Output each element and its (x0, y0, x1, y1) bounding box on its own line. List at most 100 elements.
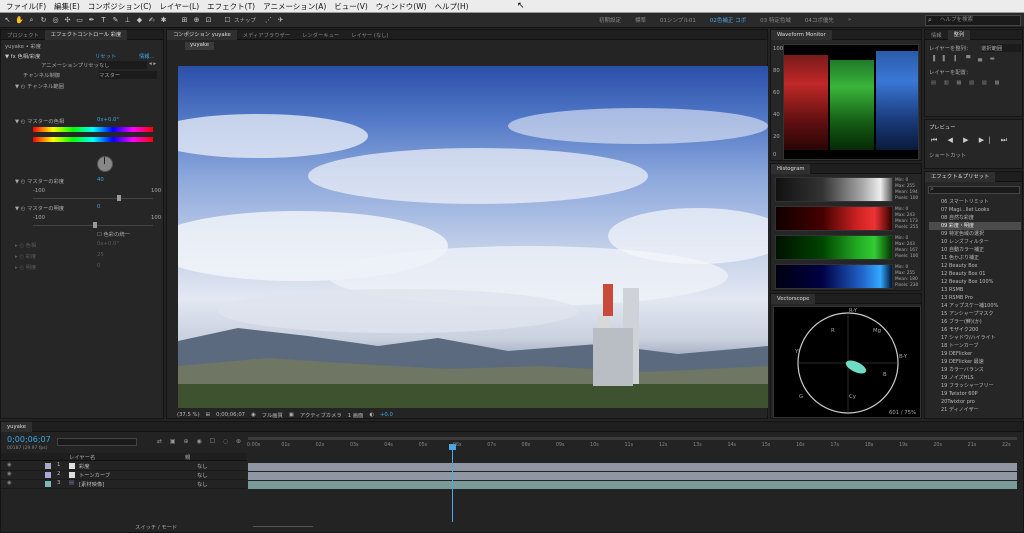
roto-tool-icon[interactable]: ✍ (147, 16, 156, 25)
hue-dial[interactable] (97, 156, 113, 172)
effect-preset-item[interactable]: 19 フラッシャーフリー (929, 382, 1021, 390)
effect-preset-item[interactable]: 19 カラーバランス (929, 366, 1021, 374)
effect-preset-item[interactable]: 19 DEFlicker (929, 350, 1021, 358)
view-axis-icon[interactable]: ⊡ (204, 16, 213, 25)
world-axis-icon[interactable]: ⊕ (192, 16, 201, 25)
comp-name-tab[interactable]: yuyake (185, 42, 215, 50)
eraser-tool-icon[interactable]: ◆ (135, 16, 144, 25)
parent-select[interactable]: なし (197, 471, 208, 479)
label-color[interactable] (45, 463, 51, 469)
timeline-tab[interactable]: yuyake (1, 421, 33, 432)
workspace-tab[interactable]: 初期設定 (599, 16, 621, 24)
effect-preset-item[interactable]: 13 RSMB Pro (929, 294, 1021, 302)
puppet-tool-icon[interactable]: ✱ (159, 16, 168, 25)
region-icon[interactable]: ▣ (289, 412, 294, 418)
workspace-tab[interactable]: 04コポ優先 (805, 16, 834, 24)
timeline-search-input[interactable] (57, 438, 137, 446)
effect-preset-item[interactable]: 21 ディノイザー (929, 406, 1021, 414)
sat-slider-track[interactable] (33, 198, 153, 199)
timeline-icons[interactable]: ⇄ ▣ ⊕ ◉ ☐ ◌ ⊛ (157, 438, 244, 445)
layer-bar[interactable] (248, 472, 1017, 480)
master-light-label[interactable]: ▼ ◴ マスターの明度 (15, 204, 64, 212)
tab-effect-controls[interactable]: エフェクトコントロール 彩度 (44, 29, 128, 40)
parent-select[interactable]: なし (197, 462, 208, 470)
master-hue-value[interactable]: 0x+0.0° (97, 117, 119, 125)
colorize-checkbox[interactable]: ☐ 色彩の統一 (97, 230, 130, 238)
stopwatch-icon[interactable]: ▼ ◴ (15, 206, 27, 212)
visibility-icon[interactable]: ◉ (7, 471, 12, 477)
switch-mode-toggle[interactable]: スイッチ / モード (135, 523, 177, 531)
workspace-tab-active[interactable]: 02色補正 コポ (710, 16, 746, 24)
tab-info[interactable]: 情報 (925, 31, 948, 39)
workspace-tab[interactable]: 01シンプル01 (660, 16, 696, 24)
anim-preset-select[interactable]: なし (99, 61, 147, 69)
effect-preset-item[interactable]: 11 色かぶり補正 (929, 254, 1021, 262)
effect-preset-item[interactable]: 16 ブラー(鮮)(か) (929, 318, 1021, 326)
timeline-layer-row[interactable]: ◉ 3 ▤ [素材映像] なし (1, 480, 247, 489)
sat-slider-thumb[interactable] (117, 195, 121, 201)
parent-select[interactable]: なし (197, 480, 208, 488)
rectangle-tool-icon[interactable]: ▭ (75, 16, 84, 25)
effect-preset-item[interactable]: 16 モザイク200 (929, 326, 1021, 334)
local-axis-icon[interactable]: ⊞ (180, 16, 189, 25)
info-link[interactable]: 情報... (139, 52, 155, 60)
menu-animation[interactable]: アニメーション(A) (263, 1, 326, 12)
effect-preset-item[interactable]: 07 Magi...llet Looks (929, 206, 1021, 214)
master-sat-label[interactable]: ▼ ◴ マスターの彩度 (15, 177, 64, 185)
timeline-ruler[interactable]: 0:00s 01s 02s 03s 04s 05s 06s 07s 08s 09s 10s 11s 12… (247, 443, 1016, 451)
grid-icon[interactable]: ⊞ (206, 412, 210, 418)
effect-preset-item[interactable]: 09 彩度・明度 (929, 222, 1021, 230)
effect-preset-item[interactable]: 17 シャドウ/ハイライト (929, 334, 1021, 342)
pen-tool-icon[interactable]: ✒ (87, 16, 96, 25)
playback-controls[interactable]: ⏮ ◀ ▶ ▶| ⏭ (931, 136, 1011, 144)
selection-tool-icon[interactable]: ↖ (3, 16, 12, 25)
effect-preset-item[interactable]: 19 Twixtor 60P (929, 390, 1021, 398)
effect-preset-item[interactable]: 13 RSMB (929, 286, 1021, 294)
layer-name[interactable]: [素材映像] (79, 480, 104, 488)
reset-link[interactable]: リセット (95, 52, 116, 60)
label-color[interactable] (45, 472, 51, 478)
view-layout-select[interactable]: 1 画面 (348, 411, 364, 419)
label-color[interactable] (45, 481, 51, 487)
clone-tool-icon[interactable]: ⊥ (123, 16, 132, 25)
effect-preset-item[interactable]: 10 自動カラー補正 (929, 246, 1021, 254)
timeline-layer-row[interactable]: ◉ 2 トーンカーブ なし (1, 471, 247, 480)
master-hue-label[interactable]: ▼ ◴ マスターの色相 (15, 117, 64, 125)
workspace-tab[interactable]: 03 特定色域 (760, 16, 791, 24)
exposure-icon[interactable]: ◐ (369, 412, 374, 418)
effect-preset-item[interactable]: 14 アップスケー補100% (929, 302, 1021, 310)
zoom-tool-icon[interactable]: ⌕ (27, 16, 36, 25)
snapshot-icon[interactable]: ◉ (251, 412, 256, 418)
work-area-bar[interactable] (248, 437, 1017, 440)
visibility-icon[interactable]: ◉ (7, 480, 12, 486)
layer-bar[interactable] (248, 481, 1017, 489)
snap-option2-icon[interactable]: ✈ (276, 16, 285, 25)
layer-name[interactable]: 彩度 (79, 462, 90, 470)
tab-align[interactable]: 整列 (947, 29, 971, 40)
effect-preset-item[interactable]: 06 スマートリミット (929, 198, 1021, 206)
help-search-input[interactable]: ヘルプを検索 (925, 15, 1021, 26)
channel-ctrl-select[interactable]: マスター (99, 71, 157, 79)
menu-view[interactable]: ビュー(V) (334, 1, 367, 12)
workspace-tab[interactable]: 標準 (635, 16, 646, 24)
effect-preset-item[interactable]: 19 DEFlicker 最速 (929, 358, 1021, 366)
layer-name[interactable]: トーンカーブ (79, 471, 110, 479)
camera-tool-icon[interactable]: ◎ (51, 16, 60, 25)
visibility-icon[interactable]: ◉ (7, 462, 12, 468)
workspace-more-icon[interactable]: » (848, 17, 851, 23)
menu-composition[interactable]: コンポジション(C) (88, 1, 152, 12)
fx-name[interactable]: ▼ fx 色相/彩度 (5, 52, 40, 60)
timecode-display[interactable]: 0;00;06;07 (216, 412, 245, 418)
menu-help[interactable]: ヘルプ(H) (435, 1, 469, 12)
snap-option-icon[interactable]: ⋰ (264, 16, 273, 25)
snap-checkbox-icon[interactable]: ☐ (223, 16, 232, 25)
rotate-tool-icon[interactable]: ↻ (39, 16, 48, 25)
stopwatch-icon[interactable]: ▼ ◴ (15, 84, 27, 90)
layer-bar[interactable] (248, 463, 1017, 471)
tab-render-queue[interactable]: レンダーキュー (296, 31, 345, 39)
type-tool-icon[interactable]: T (99, 16, 108, 25)
tab-composition[interactable]: コンポジション yuyake (167, 29, 237, 40)
exposure-value[interactable]: +0.0 (380, 412, 393, 418)
stopwatch-icon[interactable]: ▼ ◴ (15, 179, 27, 185)
brush-tool-icon[interactable]: ✎ (111, 16, 120, 25)
